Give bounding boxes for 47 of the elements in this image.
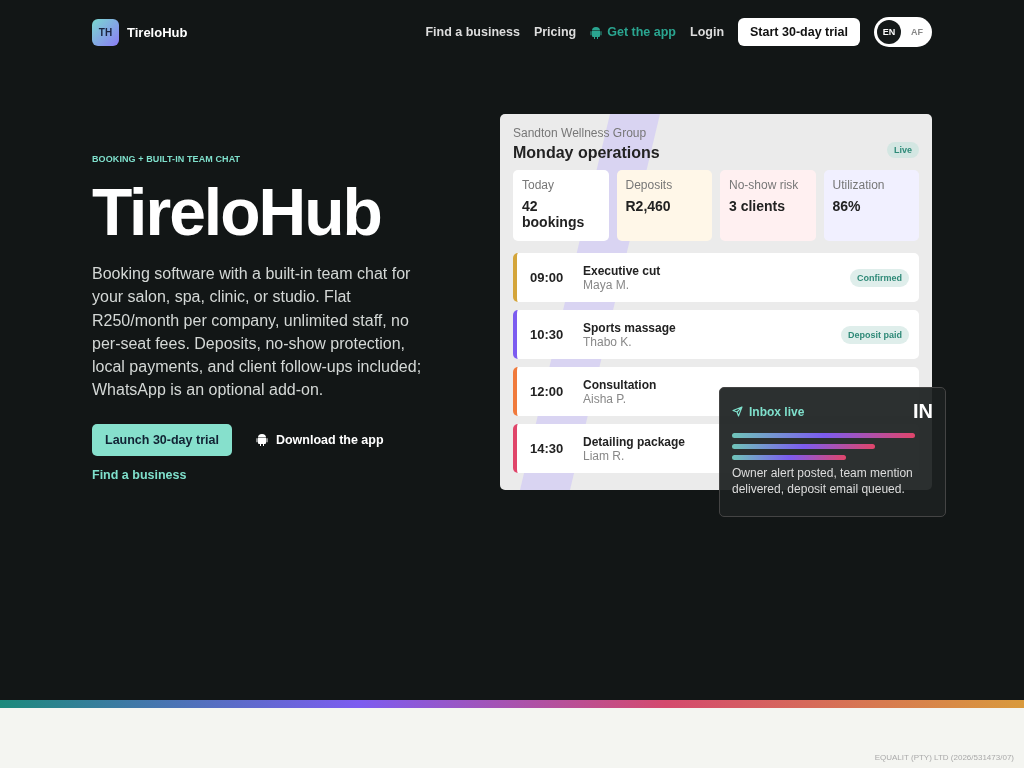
company-name: Sandton Wellness Group (513, 126, 648, 140)
appointment-row[interactable]: 09:00 Executive cut Maya M. Confirmed (513, 253, 919, 302)
stat-value: R2,460 (625, 198, 672, 214)
service-name: Consultation (583, 377, 657, 392)
service-name: Detailing package (583, 434, 686, 449)
dashboard-title: Monday operations (513, 144, 660, 162)
find-business-link[interactable]: Find a business (92, 467, 187, 482)
client-name: Thabo K. (583, 334, 632, 349)
appointment-time: 09:00 (530, 270, 565, 285)
hero-title: TireloHub (92, 174, 382, 251)
download-app-button[interactable]: Download the app (255, 432, 384, 447)
launch-trial-button[interactable]: Launch 30-day trial (92, 423, 232, 456)
logo-mark[interactable]: TH (92, 18, 119, 46)
stat-value: 3 clients (729, 198, 787, 214)
stat-label: Today (522, 178, 556, 192)
appointment-time: 10:30 (530, 327, 565, 342)
appointment-row[interactable]: 10:30 Sports massage Thabo K. Deposit paid (513, 310, 919, 359)
stat-value: 86% (832, 198, 862, 214)
nav-link[interactable]: Login (690, 25, 725, 39)
live-badge: Live (887, 142, 919, 158)
nav-link[interactable]: Get the app (590, 25, 676, 39)
brand-name[interactable]: TireloHub (127, 24, 188, 40)
stat-label: Utilization (832, 178, 886, 192)
inbox-title: Inbox live (749, 404, 805, 419)
nav-link[interactable]: Pricing (533, 25, 577, 39)
android-icon (255, 433, 268, 447)
hero-description: Booking software with a built-in team chat for your salon, spa, clinic, or studio. Flat R250/month per company, unlimited staff, no per-seat fees. Deposits, no-show protection, local payments, and client follow-ups included; WhatsApp is an optional add-on. (92, 264, 423, 401)
nav-link[interactable]: Find a business (425, 25, 520, 39)
send-icon (732, 406, 743, 417)
stat-label: Deposits (625, 178, 674, 192)
language-option[interactable]: EN (877, 20, 901, 44)
stat-label: No-show risk (729, 178, 800, 192)
eyebrow-text: BOOKING + BUILT-IN TEAM CHAT (92, 154, 242, 164)
client-name: Maya M. (583, 277, 630, 292)
android-icon (590, 25, 603, 39)
appointment-time: 14:30 (530, 441, 565, 456)
start-trial-button[interactable]: Start 30-day trial (738, 18, 860, 46)
service-name: Sports massage (583, 320, 676, 335)
service-name: Executive cut (583, 263, 661, 278)
company-registration: EQUALIT (PTY) LTD (2026/531473/07) (874, 753, 1014, 764)
language-option[interactable]: AF (905, 20, 929, 44)
status-badge: Deposit paid (841, 325, 909, 344)
appointment-time: 12:00 (530, 384, 565, 399)
client-name: Liam R. (583, 448, 625, 463)
client-name: Aisha P. (583, 391, 628, 406)
status-badge: Confirmed (850, 268, 909, 287)
stat-value: 42 bookings (522, 198, 586, 230)
